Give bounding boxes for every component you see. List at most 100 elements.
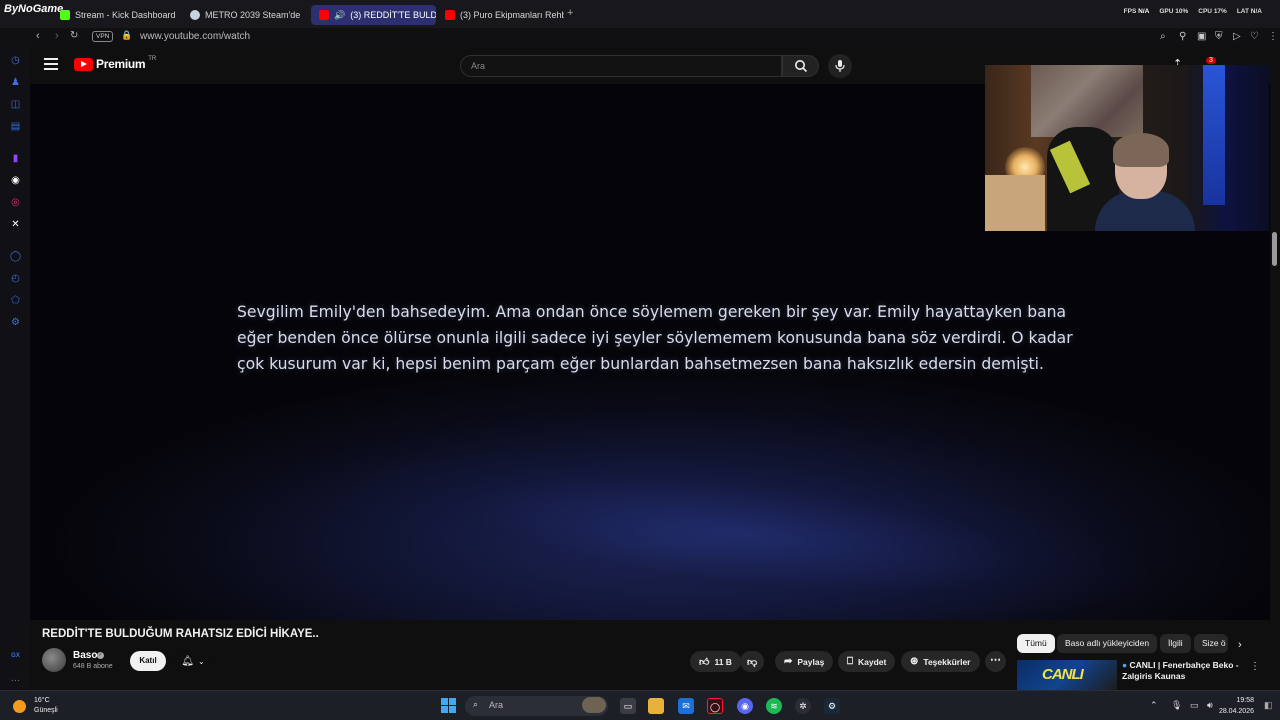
tab-puro-ekipman[interactable]: (3) Puro Ekipmanları Rehbe <box>437 5 564 25</box>
player-icon[interactable]: ◯ <box>9 250 22 263</box>
kebab-menu-icon[interactable]: ⋮ <box>1250 661 1260 672</box>
clock-date: 28.04.2026 <box>1218 708 1254 715</box>
share-icon: ➦ <box>784 656 793 667</box>
chevron-up-icon[interactable]: ⌃ <box>1150 700 1158 711</box>
settings-icon[interactable]: ⚙ <box>9 316 22 329</box>
video-subtitle-text: Sevgilim Emily'den bahsedeyim. Ama ondan… <box>237 303 1073 373</box>
history-icon[interactable]: ◷ <box>9 54 22 67</box>
url-field[interactable]: www.youtube.com/watch <box>140 31 250 42</box>
gx-label[interactable]: GX <box>9 650 22 663</box>
bookmark-icon[interactable]: ◫ <box>9 98 22 111</box>
live-icon: ● <box>1122 660 1130 670</box>
search-icon: ⌕ <box>473 699 479 709</box>
windows-start-icon[interactable] <box>441 698 456 713</box>
zoom-icon[interactable]: ⌕ <box>1160 31 1166 42</box>
tab-metro-steam[interactable]: METRO 2039 Steam'de <box>182 5 310 25</box>
clock-time: 19:58 <box>1236 697 1254 704</box>
channel-avatar[interactable] <box>42 648 66 672</box>
vpn-badge[interactable]: VPN <box>92 31 114 42</box>
pin-icon[interactable]: ⚲ <box>1179 31 1186 42</box>
recommended-title[interactable]: ● CANLI | Fenerbahçe Beko - Zalgiris Kau… <box>1122 660 1247 682</box>
instagram-icon[interactable]: ◎ <box>9 196 22 209</box>
dislike-button[interactable]: 👎︎ <box>740 651 765 672</box>
search-input[interactable]: Ara <box>460 55 782 77</box>
clock-icon[interactable]: ◴ <box>9 272 22 285</box>
chevron-right-icon[interactable]: › <box>1238 639 1242 651</box>
video-title: REDDİT'TE BULDUĞUM RAHATSIZ EDİCİ HİKAYE… <box>42 628 319 640</box>
share-label: Paylaş <box>797 656 825 667</box>
fps-value: N/A <box>1138 8 1150 15</box>
verified-icon: ✓ <box>97 652 104 659</box>
bookmark-icon: ⎕ <box>847 656 853 667</box>
back-icon[interactable]: ‹ <box>36 30 40 42</box>
notification-badge[interactable]: 3 <box>1206 57 1216 64</box>
menu-icon[interactable] <box>44 58 58 70</box>
chip-for-you[interactable]: Size ö <box>1194 634 1228 653</box>
video-ocean-glow <box>344 422 1156 620</box>
display-icon[interactable]: ▭ <box>1190 700 1199 711</box>
save-button[interactable]: ⎕ Kaydet <box>838 651 896 672</box>
more-icon[interactable]: … <box>9 672 22 685</box>
cpu-label: CPU <box>1198 8 1212 15</box>
search-highlight-icon[interactable] <box>582 697 606 713</box>
extension-icon[interactable]: ⬠ <box>9 294 22 307</box>
like-button[interactable]: 👍︎ 11 B <box>690 651 741 672</box>
weather-temp: 16°C <box>34 697 50 704</box>
recommended-thumbnail[interactable]: CANLI <box>1017 660 1117 690</box>
mail-icon[interactable]: ✉ <box>678 698 694 714</box>
play-icon[interactable]: ▷ <box>1233 31 1241 42</box>
new-tab-button[interactable]: + <box>567 7 573 19</box>
twitch-icon[interactable]: ▮ <box>9 152 22 165</box>
chatgpt-icon[interactable]: ✲ <box>795 698 811 714</box>
snapshot-icon[interactable]: ▣ <box>1197 31 1206 42</box>
task-view-icon[interactable]: ▭ <box>620 698 636 714</box>
share-button[interactable]: ➦ Paylaş <box>775 651 834 672</box>
notification-icon[interactable]: ◧ <box>1264 700 1273 711</box>
discord-icon[interactable]: ◉ <box>737 698 753 714</box>
steam-icon <box>190 10 200 20</box>
speaker-icon[interactable]: 🔊 <box>334 10 345 21</box>
game-icon[interactable]: ♟ <box>9 76 22 89</box>
chip-related[interactable]: İlgili <box>1160 634 1191 653</box>
youtube-icon <box>445 10 455 20</box>
channel-name[interactable]: Baso <box>73 650 97 661</box>
sun-icon[interactable] <box>13 700 26 713</box>
youtube-premium-logo[interactable]: Premium TR <box>74 56 157 71</box>
search-button[interactable] <box>782 55 819 77</box>
windows-taskbar: 16°C Güneşli Ara ⌕ ▭ ✉ ◯ ◉ ≋ ✲ ⚙ ⌃ 🎙︎ ▭ … <box>0 690 1280 720</box>
lock-icon[interactable]: 🔒 <box>121 30 132 41</box>
news-icon[interactable]: ▤ <box>9 120 22 133</box>
mic-tray-icon[interactable]: 🎙︎ <box>1171 700 1182 711</box>
sidebar-toggle-icon[interactable]: ⋮ <box>1268 31 1278 42</box>
discord-icon[interactable]: ◉ <box>9 174 22 187</box>
voice-search-button[interactable] <box>828 54 852 78</box>
notification-bell-button[interactable]: 🔔︎ ⌄ <box>171 651 215 671</box>
forward-icon[interactable]: › <box>55 30 59 42</box>
tab-kick-dashboard[interactable]: Stream - Kick Dashboard <box>52 5 182 25</box>
chip-all[interactable]: Tümü <box>1017 634 1055 653</box>
shield-icon[interactable]: ⛨ <box>1215 31 1223 42</box>
logo-region: TR <box>148 56 157 62</box>
spotify-icon[interactable]: ≋ <box>766 698 782 714</box>
lat-value: N/A <box>1250 8 1262 15</box>
x-icon[interactable]: ✕ <box>9 218 22 231</box>
file-explorer-icon[interactable] <box>648 698 664 714</box>
steam-icon[interactable]: ⚙ <box>824 698 840 714</box>
tab-reddit-video[interactable]: 🔊 (3) REDDİT'TE BULDU <box>311 5 436 25</box>
speaker-tray-icon[interactable]: 🔊︎ <box>1207 700 1213 711</box>
page-scrollbar[interactable] <box>1272 232 1277 266</box>
opera-gx-icon[interactable]: ◯ <box>707 698 723 714</box>
reload-icon[interactable]: ↻ <box>70 30 78 41</box>
address-bar: ‹ › ↻ VPN 🔒 www.youtube.com/watch ⌕ ⚲ ▣ … <box>0 28 1280 46</box>
heart-icon[interactable]: ♡ <box>1250 31 1259 42</box>
weather-desc: Güneşli <box>34 707 58 714</box>
tab-label: Stream - Kick Dashboard <box>75 10 176 20</box>
thanks-button[interactable]: ⊛ Teşekkürler <box>901 651 980 672</box>
join-button[interactable]: Katıl <box>130 651 166 671</box>
more-actions-button[interactable]: ⋯ <box>985 651 1006 672</box>
thanks-label: Teşekkürler <box>923 656 971 667</box>
chip-from-uploader[interactable]: Baso adlı yükleyiciden <box>1057 634 1158 653</box>
taskbar-clock[interactable]: 19:58 28.04.2026 <box>1219 695 1254 717</box>
tab-label: METRO 2039 Steam'de <box>205 10 301 20</box>
weather-widget[interactable]: 16°C Güneşli <box>34 696 58 716</box>
